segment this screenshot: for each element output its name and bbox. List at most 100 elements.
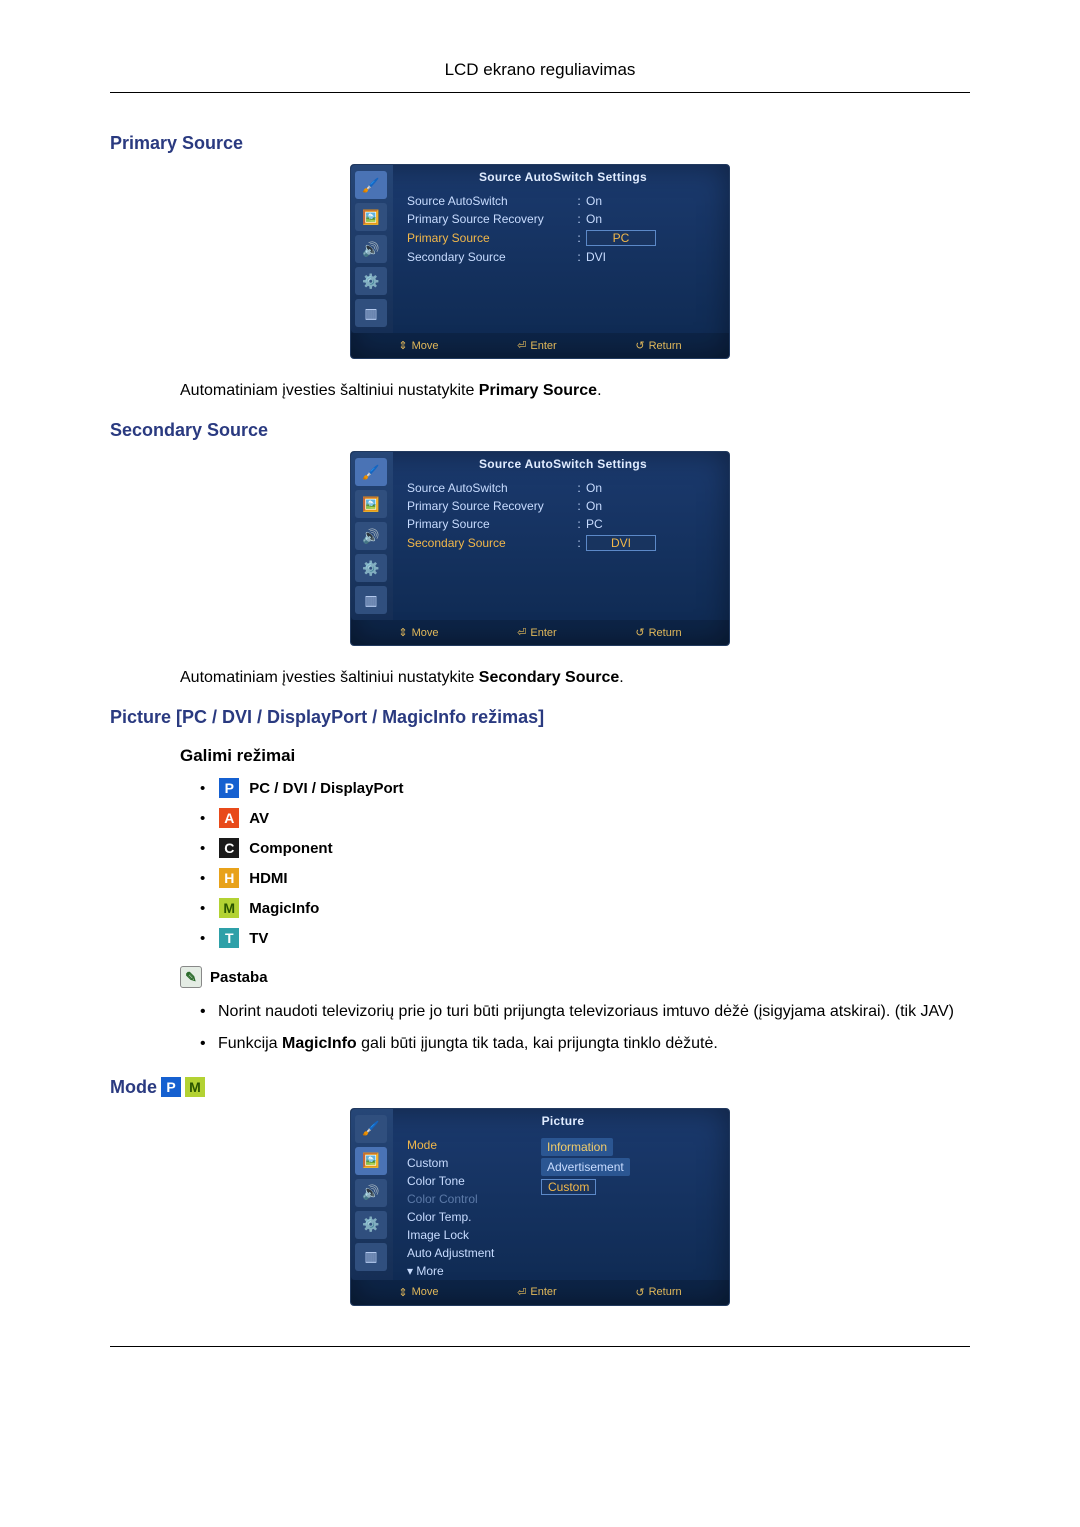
osd-hint-move: ⇕ Move (398, 626, 438, 639)
mode-list-item: M MagicInfo (200, 898, 970, 918)
osd-hint-enter: ⏎ Enter (517, 339, 557, 352)
mode-list-item: A AV (200, 808, 970, 828)
osd-primary-source: 🖌️ 🖼️ 🔊 ⚙️ ▥ Source AutoSwitch Settings … (350, 164, 730, 359)
heading-secondary-source: Secondary Source (110, 420, 970, 441)
osd-tab-multi-icon[interactable]: ▥ (355, 586, 387, 614)
osd-tab-sound-icon[interactable]: 🔊 (355, 1179, 387, 1207)
mode-list-item: C Component (200, 838, 970, 858)
osd-setting-label: Primary Source (407, 517, 572, 531)
osd-setting-label: Primary Source Recovery (407, 212, 572, 226)
osd-setting-label: Source AutoSwitch (407, 481, 572, 495)
mode-badge-icon: P (219, 778, 239, 798)
secondary-caption: Automatiniam įvesties šaltiniui nustatyk… (180, 666, 970, 689)
note-heading: ✎ Pastaba (180, 966, 970, 988)
osd-setting-label: Secondary Source (407, 536, 572, 550)
osd-setting-value: DVI (586, 250, 719, 264)
mode-badge-icon: M (219, 898, 239, 918)
osd-option-item[interactable]: Custom (541, 1178, 719, 1196)
mode-list-item: H HDMI (200, 868, 970, 888)
osd-setting-row[interactable]: Primary Source:PC (407, 515, 719, 533)
osd-menu-item[interactable]: Image Lock (407, 1226, 527, 1244)
mode-badge-icon: H (219, 868, 239, 888)
osd-menu-item[interactable]: Color Tone (407, 1172, 527, 1190)
note-item: Norint naudoti televizorių prie jo turi … (200, 1000, 970, 1023)
osd-secondary-source: 🖌️ 🖼️ 🔊 ⚙️ ▥ Source AutoSwitch Settings … (350, 451, 730, 646)
mode-label: Component (249, 840, 332, 857)
osd-menu-item[interactable]: Color Control (407, 1190, 527, 1208)
osd-setting-value: On (586, 212, 719, 226)
heading-galimi-rezimai: Galimi režimai (180, 746, 970, 766)
osd-title: Source AutoSwitch Settings (407, 165, 719, 192)
mode-list-item: T TV (200, 928, 970, 948)
osd-setting-row[interactable]: Primary Source Recovery:On (407, 497, 719, 515)
osd-footer: ⇕ Move ⏎ Enter ↺ Return (351, 1280, 729, 1305)
osd-setting-row[interactable]: Primary Source Recovery:On (407, 210, 719, 228)
osd-tab-picture-icon[interactable]: 🖼️ (355, 490, 387, 518)
osd-hint-enter: ⏎ Enter (517, 626, 557, 639)
osd-setting-label: Source AutoSwitch (407, 194, 572, 208)
osd-option-item[interactable]: Information (541, 1138, 613, 1156)
osd-setting-label: Primary Source (407, 231, 572, 245)
osd-setting-value: PC (586, 517, 719, 531)
osd-menu-item[interactable]: Mode (407, 1136, 527, 1154)
note-item: Funkcija MagicInfo gali būti įjungta tik… (200, 1032, 970, 1055)
osd-tab-input-icon[interactable]: 🖌️ (355, 458, 387, 486)
osd-hint-move: ⇕ Move (398, 339, 438, 352)
osd-setting-row[interactable]: Secondary Source:DVI (407, 533, 719, 553)
osd-footer: ⇕ Move ⏎ Enter ↺ Return (351, 620, 729, 645)
osd-hint-return: ↺ Return (635, 339, 681, 352)
osd-side-tabs: 🖌️ 🖼️ 🔊 ⚙️ ▥ (351, 165, 393, 333)
osd-setting-row[interactable]: Source AutoSwitch:On (407, 479, 719, 497)
osd-tab-setup-icon[interactable]: ⚙️ (355, 554, 387, 582)
page-header: LCD ekrano reguliavimas (110, 60, 970, 93)
osd-menu-item[interactable]: Auto Adjustment (407, 1244, 527, 1262)
osd-tab-picture-icon[interactable]: 🖼️ (355, 203, 387, 231)
osd-tab-multi-icon[interactable]: ▥ (355, 299, 387, 327)
osd-setting-value: On (586, 481, 719, 495)
osd-setting-value: On (586, 499, 719, 513)
osd-tab-multi-icon[interactable]: ▥ (355, 1243, 387, 1271)
osd-menu-item[interactable]: ▾ More (407, 1262, 527, 1280)
badge-m-icon: M (185, 1077, 205, 1097)
osd-side-tabs: 🖌️ 🖼️ 🔊 ⚙️ ▥ (351, 452, 393, 620)
osd-setting-value: PC (586, 230, 719, 246)
primary-caption: Automatiniam įvesties šaltiniui nustatyk… (180, 379, 970, 402)
osd-side-tabs: 🖌️ 🖼️ 🔊 ⚙️ ▥ (351, 1109, 393, 1280)
osd-menu-item[interactable]: Custom (407, 1154, 527, 1172)
modes-list: P PC / DVI / DisplayPort A AV C Component H… (200, 778, 970, 948)
osd-setting-row[interactable]: Secondary Source:DVI (407, 248, 719, 266)
osd-setting-value: DVI (586, 535, 719, 551)
footer-rule (110, 1346, 970, 1347)
osd-footer: ⇕ Move ⏎ Enter ↺ Return (351, 333, 729, 358)
osd-title: Source AutoSwitch Settings (407, 452, 719, 479)
osd-tab-sound-icon[interactable]: 🔊 (355, 235, 387, 263)
osd-option-item[interactable]: Advertisement (541, 1158, 630, 1176)
osd-title: Picture (407, 1109, 719, 1136)
mode-label: AV (249, 810, 269, 827)
mode-label: PC / DVI / DisplayPort (249, 780, 403, 797)
osd-tab-picture-icon[interactable]: 🖼️ (355, 1147, 387, 1175)
osd-hint-enter: ⏎ Enter (517, 1286, 557, 1299)
mode-badge-icon: T (219, 928, 239, 948)
osd-tab-setup-icon[interactable]: ⚙️ (355, 1211, 387, 1239)
osd-tab-setup-icon[interactable]: ⚙️ (355, 267, 387, 295)
osd-setting-row[interactable]: Source AutoSwitch:On (407, 192, 719, 210)
mode-badge-icon: A (219, 808, 239, 828)
osd-setting-label: Secondary Source (407, 250, 572, 264)
mode-list-item: P PC / DVI / DisplayPort (200, 778, 970, 798)
heading-mode: Mode P M (110, 1077, 970, 1098)
note-icon: ✎ (180, 966, 202, 988)
heading-primary-source: Primary Source (110, 133, 970, 154)
osd-tab-input-icon[interactable]: 🖌️ (355, 1115, 387, 1143)
mode-label: HDMI (249, 870, 287, 887)
osd-tab-input-icon[interactable]: 🖌️ (355, 171, 387, 199)
osd-menu-item[interactable]: Color Temp. (407, 1208, 527, 1226)
badge-p-icon: P (161, 1077, 181, 1097)
osd-mode: 🖌️ 🖼️ 🔊 ⚙️ ▥ Picture ModeCustomColor Ton… (350, 1108, 730, 1306)
osd-tab-sound-icon[interactable]: 🔊 (355, 522, 387, 550)
osd-hint-return: ↺ Return (635, 626, 681, 639)
osd-setting-row[interactable]: Primary Source:PC (407, 228, 719, 248)
heading-picture: Picture [PC / DVI / DisplayPort / MagicI… (110, 707, 970, 728)
mode-label: TV (249, 930, 268, 947)
osd-hint-return: ↺ Return (635, 1286, 681, 1299)
